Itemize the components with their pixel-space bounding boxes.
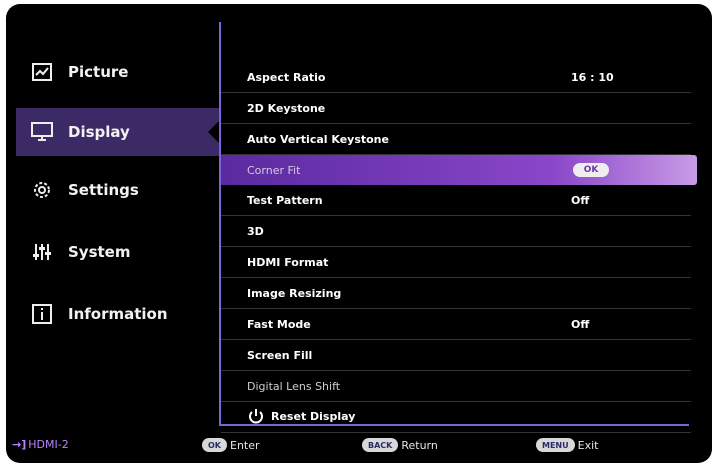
display-icon [30,120,54,144]
display-menu: Aspect Ratio 16 : 10 2D Keystone Auto Ve… [221,62,697,433]
sidebar-item-information[interactable]: Information [16,290,216,338]
sidebar-item-settings[interactable]: Settings [16,166,216,214]
menu-row-reset-display[interactable]: Reset Display [221,402,691,433]
ok-key-icon: OK [202,438,227,452]
menu-row-2d-keystone[interactable]: 2D Keystone [221,93,691,124]
menu-row-aspect-ratio[interactable]: Aspect Ratio 16 : 10 [221,62,691,93]
info-icon [30,302,54,326]
menu-key-icon: MENU [536,438,575,452]
menu-row-value: Off [571,193,590,207]
sidebar-item-label: Display [68,123,130,141]
menu-row-auto-vertical-keystone[interactable]: Auto Vertical Keystone [221,124,691,155]
back-key-icon: BACK [362,438,399,452]
sidebar-item-system[interactable]: System [16,228,216,276]
osd-screen: Picture Display Settings System Informat… [6,4,712,463]
input-source: →] HDMI-2 [12,438,69,451]
menu-row-3d[interactable]: 3D [221,216,691,247]
footer-menu-hint: MENU Exit [536,438,598,452]
menu-row-digital-lens-shift: Digital Lens Shift [221,371,691,402]
menu-row-value: 16 : 10 [571,70,614,84]
sidebar-item-label: Picture [68,63,129,81]
sidebar-item-label: System [68,243,131,261]
footer-ok-hint: OK Enter [202,438,260,452]
sidebar: Picture Display Settings System Informat… [6,4,220,414]
sidebar-item-label: Settings [68,181,139,199]
menu-row-corner-fit[interactable]: Corner Fit OK [221,155,697,185]
sidebar-item-display[interactable]: Display [16,108,220,156]
gear-icon [30,178,54,202]
menu-row-image-resizing[interactable]: Image Resizing [221,278,691,309]
menu-row-hdmi-format[interactable]: HDMI Format [221,247,691,278]
input-source-icon: →] [12,438,27,451]
menu-row-value: Off [571,317,590,331]
footer-back-hint: BACK Return [362,438,438,452]
footer-bar: →] HDMI-2 OK Enter BACK Return MENU Exit [6,432,712,462]
menu-divider-horizontal [219,424,689,426]
sidebar-item-picture[interactable]: Picture [16,48,216,96]
menu-row-test-pattern[interactable]: Test Pattern Off [221,185,691,216]
menu-row-fast-mode[interactable]: Fast Mode Off [221,309,691,340]
picture-icon [30,60,54,84]
menu-row-screen-fill[interactable]: Screen Fill [221,340,691,371]
ok-button[interactable]: OK [573,163,609,177]
sliders-icon [30,240,54,264]
sidebar-item-label: Information [68,305,168,323]
